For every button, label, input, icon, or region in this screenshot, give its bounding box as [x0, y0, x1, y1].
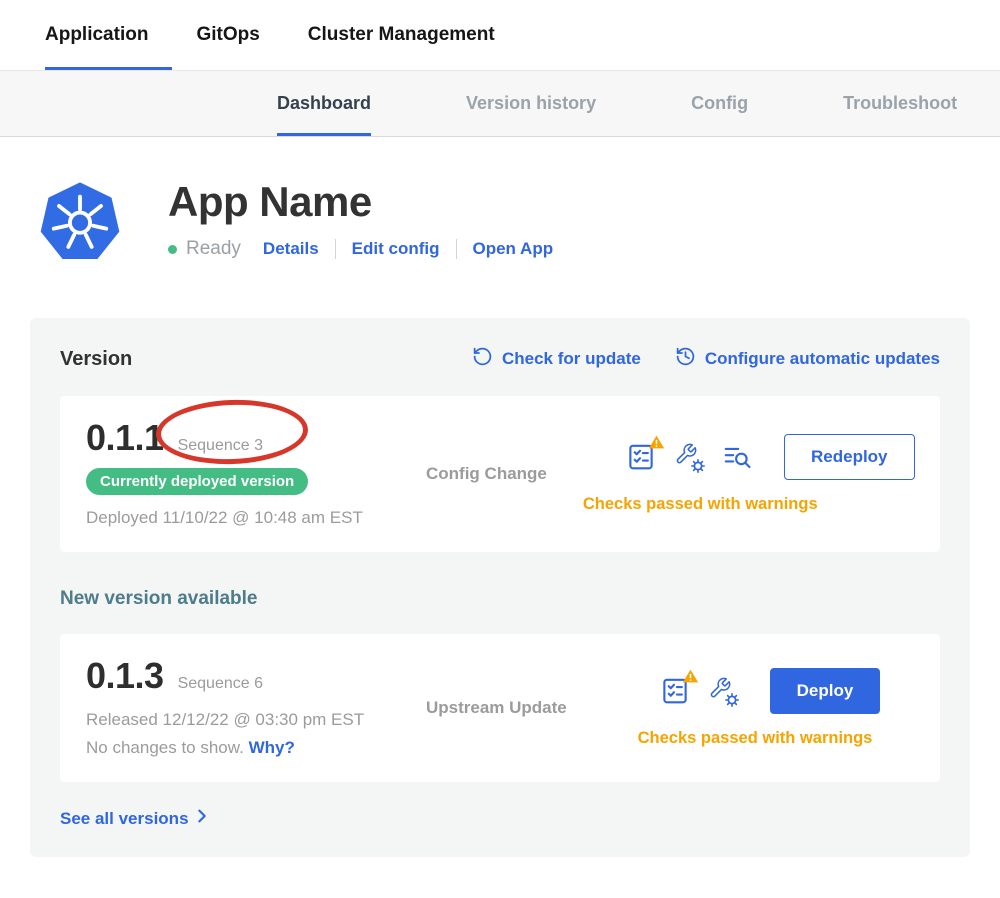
chevron-right-icon	[194, 808, 210, 829]
divider	[335, 239, 336, 259]
configure-automatic-updates-label: Configure automatic updates	[705, 349, 940, 369]
tab-dashboard[interactable]: Dashboard	[277, 71, 371, 136]
new-version-sequence: Sequence 6	[178, 675, 263, 693]
new-version-heading: New version available	[60, 588, 940, 610]
app-header: App Name Ready Details Edit config Open …	[0, 137, 1000, 268]
secondary-nav: Dashboard Version history Config Trouble…	[0, 71, 1000, 137]
status-dot-icon	[168, 245, 177, 254]
deployed-timestamp: Deployed 11/10/22 @ 10:48 am EST	[86, 508, 406, 528]
new-version-card: 0.1.3 Sequence 6 Released 12/12/22 @ 03:…	[60, 634, 940, 782]
action-row: Deploy	[660, 668, 881, 714]
app-status-row: Ready Details Edit config Open App	[168, 238, 553, 260]
preflight-checks-icon[interactable]	[660, 676, 690, 706]
see-all-versions-link[interactable]: See all versions	[60, 808, 210, 829]
check-for-update-link[interactable]: Check for update	[472, 346, 641, 372]
current-version-number: 0.1.1	[86, 420, 164, 456]
check-for-update-label: Check for update	[502, 349, 641, 369]
version-row: 0.1.1 Sequence 3	[86, 420, 406, 456]
released-timestamp: Released 12/12/22 @ 03:30 pm EST	[86, 710, 406, 730]
configure-automatic-updates-link[interactable]: Configure automatic updates	[675, 346, 940, 372]
edit-config-link[interactable]: Edit config	[352, 239, 440, 259]
config-wrench-icon[interactable]	[674, 442, 704, 472]
tab-config[interactable]: Config	[691, 71, 748, 136]
no-changes-text: No changes to show. Why?	[86, 738, 406, 758]
see-all-versions-label: See all versions	[60, 809, 189, 829]
kubernetes-logo-icon	[38, 179, 122, 268]
icon-group	[626, 442, 752, 472]
new-version-actions: Deploy Checks passed with warnings	[626, 668, 914, 748]
current-version-sequence: Sequence 3	[178, 437, 263, 455]
open-app-link[interactable]: Open App	[473, 239, 554, 259]
tab-application[interactable]: Application	[45, 0, 148, 70]
icon-group	[660, 676, 738, 706]
divider	[456, 239, 457, 259]
details-link[interactable]: Details	[263, 239, 319, 259]
refresh-icon	[472, 346, 493, 372]
clock-refresh-icon	[675, 346, 696, 372]
current-version-actions: Redeploy Checks passed with warnings	[626, 434, 915, 514]
no-changes-label: No changes to show.	[86, 738, 244, 757]
tab-cluster-management[interactable]: Cluster Management	[308, 0, 495, 70]
new-version-source: Upstream Update	[426, 698, 626, 718]
action-row: Redeploy	[626, 434, 915, 480]
app-header-info: App Name Ready Details Edit config Open …	[168, 179, 553, 268]
warning-triangle-icon	[648, 434, 665, 450]
current-version-source: Config Change	[426, 464, 626, 484]
current-version-card: 0.1.1 Sequence 3 Currently deployed vers…	[60, 396, 940, 552]
tab-troubleshoot[interactable]: Troubleshoot	[843, 71, 957, 136]
preflight-checks-icon[interactable]	[626, 442, 656, 472]
version-heading: Version	[60, 348, 132, 371]
new-version-info: 0.1.3 Sequence 6 Released 12/12/22 @ 03:…	[86, 658, 406, 758]
version-section-header: Version Check for update	[60, 346, 940, 372]
config-wrench-icon[interactable]	[708, 676, 738, 706]
new-version-number: 0.1.3	[86, 658, 164, 694]
redeploy-button[interactable]: Redeploy	[784, 434, 915, 480]
checks-status-current: Checks passed with warnings	[583, 495, 818, 514]
warning-triangle-icon	[682, 668, 699, 684]
status-badge: Ready	[186, 238, 241, 260]
checks-status-new: Checks passed with warnings	[638, 729, 873, 748]
tab-gitops[interactable]: GitOps	[196, 0, 259, 70]
deploy-button[interactable]: Deploy	[770, 668, 881, 714]
currently-deployed-badge: Currently deployed version	[86, 468, 308, 495]
primary-nav: Application GitOps Cluster Management	[0, 0, 1000, 71]
version-row: 0.1.3 Sequence 6	[86, 658, 406, 694]
current-version-info: 0.1.1 Sequence 3 Currently deployed vers…	[86, 420, 406, 528]
version-section: Version Check for update	[30, 318, 970, 857]
why-link[interactable]: Why?	[249, 738, 295, 757]
version-actions: Check for update Configure automatic upd…	[472, 346, 940, 372]
tab-version-history[interactable]: Version history	[466, 71, 596, 136]
view-diff-icon[interactable]	[722, 442, 752, 472]
page-title: App Name	[168, 181, 553, 223]
